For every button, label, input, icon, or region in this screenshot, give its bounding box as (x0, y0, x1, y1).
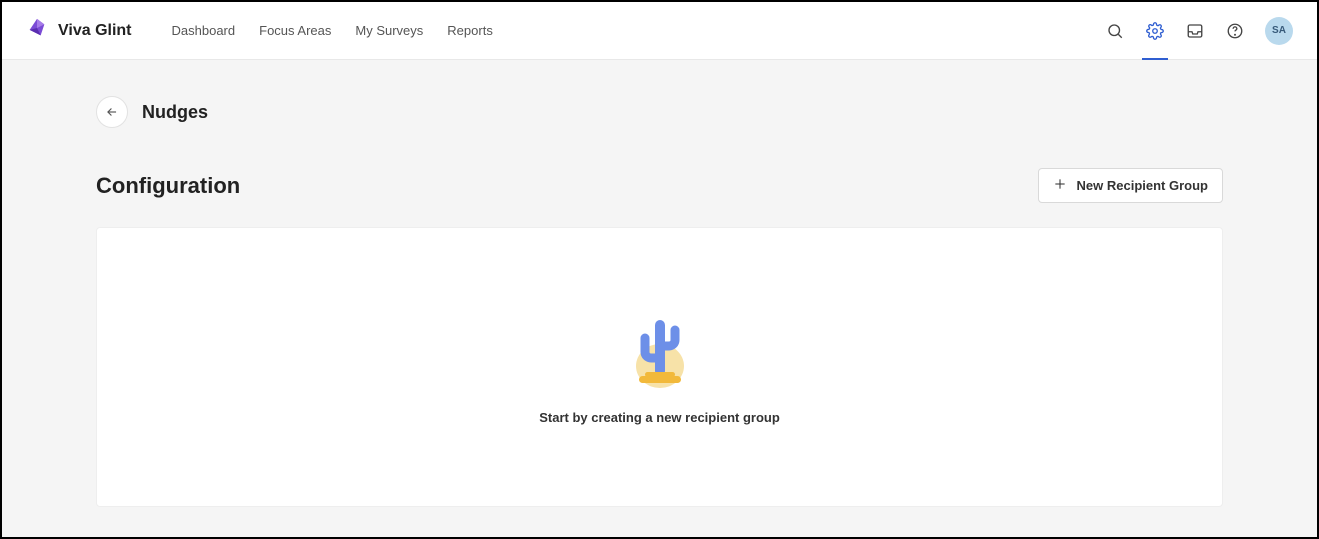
empty-state-illustration (625, 310, 695, 390)
page-header: Nudges (96, 96, 1223, 128)
new-recipient-group-label: New Recipient Group (1077, 178, 1208, 193)
search-icon[interactable] (1105, 21, 1125, 41)
empty-state-card: Start by creating a new recipient group (96, 227, 1223, 507)
app-header: Viva Glint Dashboard Focus Areas My Surv… (2, 2, 1317, 60)
nav-focus-areas[interactable]: Focus Areas (259, 23, 331, 38)
back-button[interactable] (96, 96, 128, 128)
help-icon[interactable] (1225, 21, 1245, 41)
plus-icon (1053, 177, 1067, 194)
nav-reports[interactable]: Reports (447, 23, 493, 38)
new-recipient-group-button[interactable]: New Recipient Group (1038, 168, 1223, 203)
header-actions: SA (1105, 17, 1293, 45)
page-title: Nudges (142, 102, 208, 123)
settings-icon[interactable] (1145, 21, 1165, 41)
user-avatar[interactable]: SA (1265, 17, 1293, 45)
brand-name: Viva Glint (58, 22, 132, 40)
page-body: Nudges Configuration New Recipient Group (2, 60, 1317, 537)
section-heading: Configuration (96, 173, 240, 199)
section-header: Configuration New Recipient Group (96, 168, 1223, 203)
nav-my-surveys[interactable]: My Surveys (355, 23, 423, 38)
brand-logo-icon (26, 17, 48, 44)
main-nav: Dashboard Focus Areas My Surveys Reports (172, 23, 493, 38)
nav-dashboard[interactable]: Dashboard (172, 23, 236, 38)
brand[interactable]: Viva Glint (26, 17, 132, 44)
empty-state-message: Start by creating a new recipient group (539, 410, 780, 425)
inbox-icon[interactable] (1185, 21, 1205, 41)
